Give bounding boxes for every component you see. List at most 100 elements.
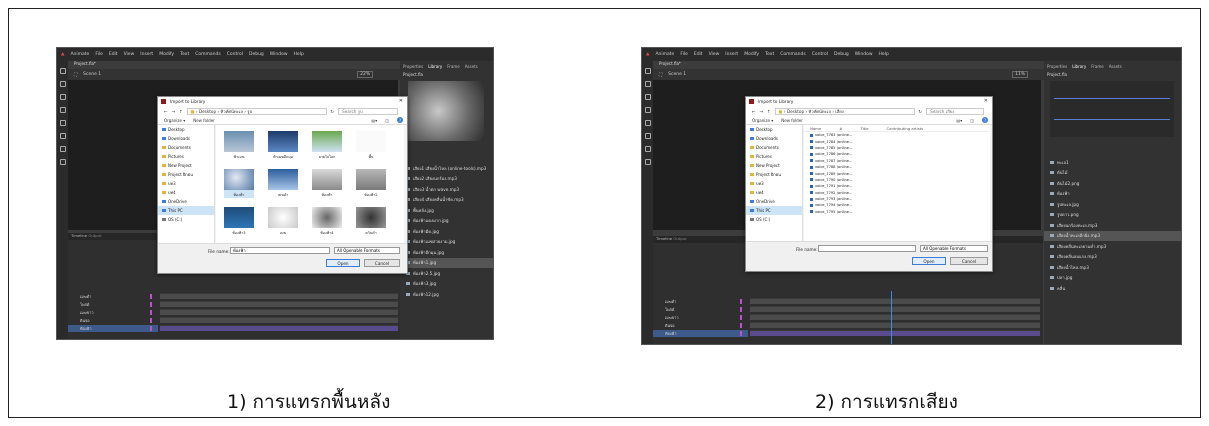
menu-help[interactable]: Help <box>879 52 889 57</box>
document-tab[interactable]: Project.fla* <box>71 61 131 69</box>
up-arrow-icon[interactable]: ↑ <box>179 109 183 114</box>
frame-track[interactable] <box>160 293 398 299</box>
menu-commands[interactable]: Commands <box>780 52 805 57</box>
layer-row[interactable]: เมฆขาว <box>653 314 748 321</box>
tab-properties[interactable]: Properties <box>403 64 423 69</box>
file-tile[interactable]: ท้องฟ้า3 <box>224 207 254 236</box>
nav-item-documents[interactable]: Documents <box>746 143 802 152</box>
nav-item-this-pc[interactable]: This PC <box>158 206 214 215</box>
library-item[interactable]: ท้องฟ้า <box>1044 189 1181 200</box>
menu-window[interactable]: Window <box>270 52 288 57</box>
document-tab[interactable]: Project.fla* <box>656 61 716 69</box>
refresh-icon[interactable]: ↻ <box>919 109 923 114</box>
library-item[interactable]: เสียง1 เสียงน้ำไหล (online-tools).mp3 <box>400 163 493 174</box>
nav-item-folder[interactable]: New Project <box>158 161 214 170</box>
library-item[interactable]: ทะเล1 <box>1044 157 1181 168</box>
library-item[interactable]: เสียงคลื่นทะเลยามค่ำ.mp3 <box>1044 241 1181 252</box>
view-options-icon[interactable]: ▤▾ <box>956 118 962 123</box>
library-item[interactable]: เสียง2 เสียงนกร้อง.mp3 <box>400 174 493 185</box>
nav-item-desktop[interactable]: Desktop <box>158 125 214 134</box>
text-tool-icon[interactable] <box>59 146 66 152</box>
view-options-icon[interactable]: ▤▾ <box>371 118 377 123</box>
library-item[interactable]: คลื่น <box>1044 283 1181 294</box>
library-item[interactable]: เสียงน้ำไหล.mp3 <box>1044 262 1181 273</box>
preview-pane-icon[interactable]: ◫ <box>970 118 974 123</box>
help-icon[interactable]: ? <box>982 117 988 123</box>
nav-item-folder[interactable]: บท3 <box>746 179 802 188</box>
file-type-select[interactable]: All Openable Formats <box>920 245 988 252</box>
frame-track-selected[interactable] <box>750 330 1040 336</box>
tab-assets[interactable]: Assets <box>1109 64 1122 69</box>
library-item[interactable]: ท้องฟ้า2.5.jpg <box>400 268 493 279</box>
library-project-select[interactable]: Project.fla <box>1044 72 1181 77</box>
filename-input[interactable]: ท้องฟ้า <box>230 247 330 254</box>
menu-insert[interactable]: Insert <box>725 52 738 57</box>
file-row[interactable]: voice_7795 (online... <box>804 209 990 215</box>
file-tile[interactable]: ท้องฟ้า2 <box>356 169 386 198</box>
search-input[interactable]: Search เสียง <box>926 107 985 115</box>
menu-animate[interactable]: Animate <box>655 52 674 57</box>
organize-button[interactable]: Organize ▾ <box>164 118 185 123</box>
zoom-value[interactable]: 22% <box>357 71 374 78</box>
menu-text[interactable]: Text <box>765 52 774 57</box>
column-title[interactable]: Title <box>860 126 868 131</box>
close-icon[interactable]: ✕ <box>984 98 988 104</box>
nav-item-folder[interactable]: New Project <box>746 161 802 170</box>
library-item-selected[interactable]: ท้องฟ้า1.jpg <box>400 257 493 268</box>
menu-text[interactable]: Text <box>180 52 189 57</box>
nav-item-folder[interactable]: Project ฝึกฝน <box>158 170 214 179</box>
frame-track[interactable] <box>160 317 398 323</box>
nav-item-folder[interactable]: บท4 <box>746 188 802 197</box>
nav-item-folder[interactable]: Project ฝึกฝน <box>746 170 802 179</box>
library-project-select[interactable]: Project.fla <box>400 72 493 77</box>
frame-track[interactable] <box>160 309 398 315</box>
rectangle-tool-icon[interactable] <box>644 107 651 113</box>
nav-item-onedrive[interactable]: OneDrive <box>746 197 802 206</box>
nav-item-drive[interactable]: OS (C:) <box>158 215 214 224</box>
library-item[interactable]: ท้องฟ้ามืด.jpg <box>400 226 493 237</box>
layer-row[interactable]: ดินจอ <box>653 322 748 329</box>
nav-item-folder[interactable]: บท3 <box>158 179 214 188</box>
tab-frame[interactable]: Frame <box>447 64 459 69</box>
nav-item-onedrive[interactable]: OneDrive <box>158 197 214 206</box>
menu-view[interactable]: View <box>709 52 720 57</box>
refresh-icon[interactable]: ↻ <box>331 109 335 114</box>
subselect-tool-icon[interactable] <box>59 81 66 87</box>
frame-track[interactable] <box>750 314 1040 320</box>
selection-tool-icon[interactable] <box>59 68 66 74</box>
menu-debug[interactable]: Debug <box>249 52 264 57</box>
nav-item-pictures[interactable]: Pictures <box>746 152 802 161</box>
file-tile[interactable]: ท้องฟ้า <box>312 169 342 198</box>
layer-row-selected[interactable]: ท้องฟ้า <box>653 330 748 337</box>
file-tile[interactable]: เมฆดำ <box>268 169 298 198</box>
new-folder-button[interactable]: New folder <box>193 118 215 123</box>
library-item-selected[interactable]: เสียงน้ำทะเลอีกฝั่ง.mp3 <box>1044 230 1181 241</box>
column-artists[interactable]: Contributing artists <box>887 126 924 131</box>
layer-row[interactable]: เมฆขาว <box>68 309 158 316</box>
frame-track[interactable] <box>160 301 398 307</box>
nav-item-drive[interactable]: OS (C:) <box>746 215 802 224</box>
file-tile[interactable]: ฟ้าเมฆอีกมุม <box>268 131 298 160</box>
library-item[interactable]: ท้องฟ้า12.jpg <box>400 289 493 300</box>
file-tile[interactable]: พื้น <box>356 131 386 160</box>
tab-frame[interactable]: Frame <box>1091 64 1103 69</box>
menu-edit[interactable]: Edit <box>694 52 703 57</box>
menu-window[interactable]: Window <box>855 52 873 57</box>
file-tile[interactable]: เมฆ <box>268 207 298 236</box>
layer-row[interactable]: โพสต์ <box>68 301 158 308</box>
library-item[interactable]: ปลา.jpg <box>1044 273 1181 284</box>
new-folder-button[interactable]: New folder <box>781 118 803 123</box>
menu-control[interactable]: Control <box>812 52 828 57</box>
open-button[interactable]: Open <box>326 259 360 267</box>
library-item[interactable]: เสียงนกร้องทะเล.mp3 <box>1044 220 1181 231</box>
library-item[interactable]: ต้นไม้2.png <box>1044 178 1181 189</box>
file-tile[interactable]: ฟ้าเมฆ <box>224 131 254 160</box>
file-tile-selected[interactable]: ท้องฟ้า <box>224 169 254 198</box>
menu-view[interactable]: View <box>124 52 135 57</box>
layer-row[interactable]: ดินจอ <box>68 317 158 324</box>
cancel-button[interactable]: Cancel <box>950 257 988 265</box>
tab-properties[interactable]: Properties <box>1047 64 1067 69</box>
column-name[interactable]: Name <box>810 126 821 131</box>
line-tool-icon[interactable] <box>59 133 66 139</box>
rectangle-tool-icon[interactable] <box>59 107 66 113</box>
